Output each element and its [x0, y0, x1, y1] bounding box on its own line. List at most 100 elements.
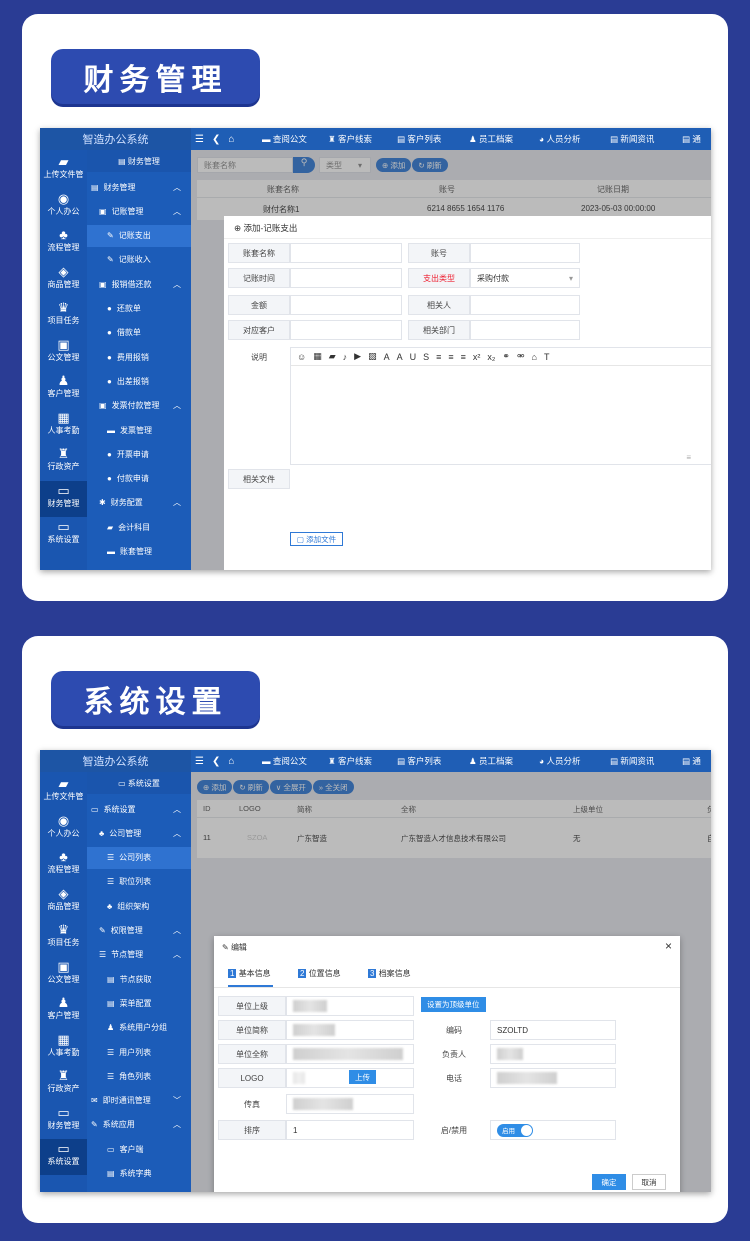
music-icon[interactable]: ♪ [343, 352, 348, 362]
align-left-icon[interactable]: ≡ [436, 352, 441, 362]
parent-field[interactable] [286, 996, 414, 1016]
sidebar-icon-item[interactable]: ▭ 系统设置 [40, 517, 87, 553]
menu-item[interactable]: ✎ 记账收入 [87, 249, 191, 271]
sidebar-icon-item[interactable]: ♜ 行政资产 [40, 1066, 87, 1102]
sidebar-icon-item[interactable]: ▰ 上传文件管 [40, 774, 87, 810]
sidebar-icon-item[interactable]: ◉ 个人办公 [40, 189, 87, 225]
menu-item[interactable]: ✎ 记账支出 [87, 224, 191, 247]
account-no-field[interactable] [470, 243, 580, 263]
nav-item[interactable]: ◕ 人员分析 [539, 755, 610, 767]
menu-item[interactable]: ▬ 发票管理 [87, 419, 191, 441]
sidebar-icon-item[interactable]: ♣ 流程管理 [40, 847, 87, 883]
sidebar-icon-item[interactable]: ▭ 财务管理 [40, 480, 87, 517]
menu-toggle-icon[interactable]: ☰ [195, 756, 204, 767]
text-format-icon[interactable]: T [544, 352, 550, 362]
menu-item[interactable]: ✉ 即时通讯管理 ﹀ [87, 1090, 191, 1112]
folder-icon[interactable]: ▰ [329, 351, 336, 362]
menu-item[interactable]: ▤ 财务管理 ︿ [87, 176, 191, 198]
menu-item[interactable]: ☰ 职位列表 [87, 871, 191, 893]
nav-item[interactable]: ♜ 客户线索 [328, 133, 397, 145]
menu-item[interactable]: ☰ 节点管理 ︿ [87, 944, 191, 966]
menu-item[interactable]: ● 出差报销 [87, 370, 191, 392]
menu-item[interactable]: ● 费用报销 [87, 346, 191, 368]
back-icon[interactable]: ❮ [212, 756, 220, 767]
sidebar-icon-item[interactable]: ▣ 公文管理 [40, 335, 87, 371]
home-icon[interactable]: ⌂ [228, 134, 234, 145]
emoji-icon[interactable]: ☺ [297, 352, 306, 362]
nav-item[interactable]: ♜ 客户线索 [328, 755, 397, 767]
menu-item[interactable]: ▣ 报销借还款 ︿ [87, 273, 191, 295]
amount-field[interactable] [290, 295, 402, 315]
menu-item[interactable]: ☰ 角色列表 [87, 1065, 191, 1087]
menu-item[interactable]: ▣ 记账管理 ︿ [87, 200, 191, 222]
nav-item[interactable]: ▤ 新闻资讯 [610, 133, 682, 145]
related-person-field[interactable] [470, 295, 580, 315]
font-size-icon[interactable]: A [397, 352, 403, 362]
menu-item[interactable]: ▤ 系统字典 [87, 1163, 191, 1185]
font-color-icon[interactable]: A [384, 352, 390, 362]
fax-field[interactable] [286, 1094, 414, 1114]
upload-button[interactable]: 上传 [349, 1070, 376, 1084]
align-center-icon[interactable]: ≡ [448, 352, 453, 362]
subscript-icon[interactable]: x₂ [487, 352, 495, 362]
sidebar-icon-item[interactable]: ◉ 个人办公 [40, 811, 87, 847]
tab-location-info[interactable]: 2 位置信息 [298, 968, 341, 979]
code-field[interactable]: SZOLTD [490, 1020, 616, 1040]
menu-item[interactable]: ✱ 财务配置 ︿ [87, 492, 191, 514]
sidebar-icon-item[interactable]: ▦ 人事考勤 [40, 1030, 87, 1066]
nav-item[interactable]: ▤ 通 [682, 133, 702, 145]
menu-item[interactable]: ▤ 菜单配置 [87, 992, 191, 1014]
sidebar-icon-item[interactable]: ♟ 客户管理 [40, 993, 87, 1029]
nav-item[interactable]: ♟ 员工档案 [469, 133, 539, 145]
cancel-button[interactable]: 取消 [632, 1174, 666, 1190]
set-top-level-button[interactable]: 设置为顶级单位 [421, 997, 486, 1012]
rich-text-editor[interactable]: ☺ ▦ ▰ ♪ ▶ ▨ A A U S ≡ ≡ ≡ x² x₂ ⚭ ⚮ ⌂ T ≡ [290, 347, 711, 465]
sidebar-icon-item[interactable]: ▭ 系统设置 [40, 1139, 87, 1175]
nav-item[interactable]: ♟ 员工档案 [469, 755, 539, 767]
menu-item[interactable]: ▭ 系统设置 ︿ [87, 798, 191, 820]
nav-item[interactable]: ▤ 客户列表 [397, 133, 469, 145]
back-icon[interactable]: ❮ [212, 134, 220, 145]
menu-item[interactable]: ▬ 账套管理 [87, 541, 191, 563]
nav-item[interactable]: ▬ 查阅公文 [262, 755, 328, 767]
video-icon[interactable]: ▶ [354, 351, 361, 362]
sidebar-icon-item[interactable]: ♛ 项目任务 [40, 298, 87, 334]
menu-item[interactable]: ☰ 公司列表 [87, 846, 191, 869]
menu-toggle-icon[interactable]: ☰ [195, 134, 204, 145]
sidebar-icon-item[interactable]: ▭ 财务管理 [40, 1103, 87, 1139]
close-icon[interactable]: × [665, 939, 672, 953]
home-icon[interactable]: ⌂ [228, 756, 234, 767]
menu-item[interactable]: ● 借款单 [87, 322, 191, 344]
phone-field[interactable] [490, 1068, 616, 1088]
resize-handle-icon[interactable]: ≡ [686, 453, 691, 462]
account-name-field[interactable] [290, 243, 402, 263]
nav-item[interactable]: ◕ 人员分析 [539, 133, 610, 145]
menu-item[interactable]: ♣ 公司管理 ︿ [87, 822, 191, 844]
menu-item[interactable]: ✎ 系统应用 ︿ [87, 1114, 191, 1136]
tab-archive-info[interactable]: 3 档案信息 [368, 968, 411, 979]
expense-type-select[interactable]: 采购付款 ▾ [470, 268, 580, 288]
menu-item[interactable]: ♣ 组织架构 [87, 895, 191, 917]
sidebar-icon-item[interactable]: ♣ 流程管理 [40, 225, 87, 261]
short-name-field[interactable] [286, 1020, 414, 1040]
menu-item[interactable]: ● 还款单 [87, 298, 191, 320]
align-right-icon[interactable]: ≡ [461, 352, 466, 362]
customer-field[interactable] [290, 320, 402, 340]
link-icon[interactable]: ⚭ [502, 351, 510, 362]
full-name-field[interactable] [286, 1044, 414, 1064]
menu-item[interactable]: ▭ 客户端 [87, 1138, 191, 1160]
order-field[interactable]: 1 [286, 1120, 414, 1140]
sidebar-icon-item[interactable]: ▰ 上传文件管 [40, 152, 87, 188]
owner-field[interactable] [490, 1044, 616, 1064]
menu-item[interactable]: ♟ 系统用户分组 [87, 1017, 191, 1039]
tab-basic-info[interactable]: 1 基本信息 [228, 968, 273, 987]
image-icon[interactable]: ▨ [368, 351, 377, 362]
nav-item[interactable]: ▤ 客户列表 [397, 755, 469, 767]
enable-toggle[interactable]: 启用 [497, 1123, 533, 1137]
menu-item[interactable]: ▣ 发票付款管理 ︿ [87, 395, 191, 417]
sidebar-icon-item[interactable]: ◈ 商品管理 [40, 262, 87, 298]
time-field[interactable] [290, 268, 402, 288]
table-icon[interactable]: ▦ [313, 351, 322, 362]
sidebar-icon-item[interactable]: ▦ 人事考勤 [40, 408, 87, 444]
clear-format-icon[interactable]: ⌂ [532, 352, 537, 362]
